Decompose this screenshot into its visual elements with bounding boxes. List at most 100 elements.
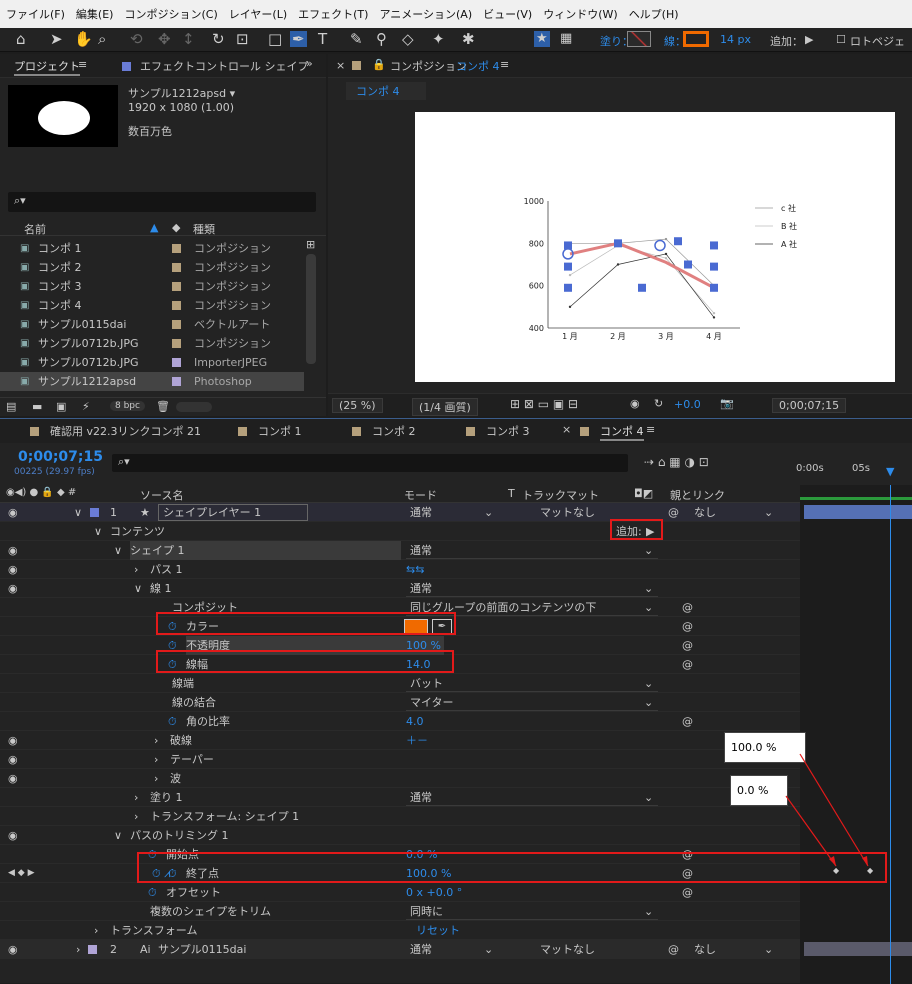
label-color[interactable]	[172, 244, 181, 253]
layer-name[interactable]: シェイプレイヤー 1	[158, 504, 309, 521]
fill-swatch[interactable]	[627, 31, 651, 47]
render-icon[interactable]: ⚡	[82, 400, 90, 413]
vertex-handle[interactable]	[674, 237, 682, 246]
switches-icons[interactable]: ◉◀) ● 🔒 ◆ #	[6, 487, 76, 498]
property-value[interactable]: 4.0	[406, 712, 424, 731]
puppet-tool-icon[interactable]: ✱	[462, 31, 475, 47]
layer-label-color[interactable]	[90, 508, 99, 517]
property-row[interactable]: ∨ コンテンツ 追加: ▶	[0, 522, 800, 541]
interpret-icon[interactable]: ▤	[6, 400, 16, 413]
viewer-toggle-icons[interactable]: ⊞ ⊠ ▭ ▣ ⊟	[510, 397, 578, 411]
zoom-tool-icon[interactable]: ⌕	[98, 31, 106, 47]
timeline-switch-icons[interactable]: ⇢ ⌂ ▦ ◑ ⊡	[644, 455, 709, 469]
viewer-timecode[interactable]: 0;00;07;15	[772, 398, 847, 413]
timeline-tab[interactable]: コンポ 1	[258, 423, 302, 439]
timeline-timecode[interactable]: 0;00;07;15	[18, 449, 103, 465]
visibility-eye-icon[interactable]: ◉	[8, 560, 18, 579]
expand-arrow-icon[interactable]: ∨	[74, 503, 82, 522]
expression-spiral-icon[interactable]: @	[682, 712, 693, 731]
panel-menu-icon[interactable]: ≡	[646, 423, 655, 436]
menu-edit[interactable]: 編集(E)	[76, 6, 114, 22]
parent-select[interactable]: なし	[694, 940, 716, 959]
tab-project[interactable]: プロジェクト	[14, 58, 80, 76]
quality-select[interactable]: (1/4 画質)	[412, 398, 478, 416]
keyframe-nav-icon[interactable]: ◀ ◆ ▶	[8, 864, 35, 883]
vertex-handle[interactable]	[638, 283, 646, 292]
expand-arrow-icon[interactable]: ∨	[114, 826, 122, 845]
expand-arrow-icon[interactable]: ∨	[94, 522, 102, 541]
chevron-down-icon[interactable]: ⌄	[764, 503, 773, 522]
layer-label-color[interactable]	[88, 945, 97, 954]
chevron-down-icon[interactable]: ⌄	[764, 940, 773, 959]
new-folder-icon[interactable]: ▬	[32, 400, 42, 413]
label-color[interactable]	[172, 377, 181, 386]
expression-spiral-icon[interactable]: @	[682, 617, 693, 636]
rotobezier-checkbox[interactable]: ☐	[836, 33, 846, 46]
stopwatch-icon[interactable]: ⏱	[148, 883, 157, 902]
visibility-eye-icon[interactable]: ◉	[8, 940, 18, 959]
expression-spiral-icon[interactable]: @	[682, 655, 693, 674]
star-icon[interactable]: ★	[534, 31, 550, 47]
layer2-bar[interactable]	[804, 942, 912, 956]
expand-arrow-icon[interactable]: ›	[134, 788, 138, 807]
label-color[interactable]	[172, 301, 181, 310]
visibility-eye-icon[interactable]: ◉	[8, 503, 18, 522]
expand-arrow-icon[interactable]: ›	[76, 940, 80, 959]
chevron-down-icon[interactable]: ⌄	[484, 503, 493, 522]
keyframe-diamond[interactable]: ◆	[833, 866, 839, 875]
property-row[interactable]: 複数のシェイプをトリム 同時に ⌄	[0, 902, 800, 921]
viewer-menu-icon[interactable]: ≡	[500, 58, 509, 71]
add-arrow-icon[interactable]: ▶	[805, 33, 813, 46]
camera-icon[interactable]: 📷	[720, 397, 734, 410]
keyframe-diamond[interactable]: ◆	[867, 866, 873, 875]
timeline-tab[interactable]: コンポ 4	[600, 423, 644, 441]
label-color[interactable]	[172, 282, 181, 291]
track-area[interactable]	[800, 485, 912, 984]
footer-slider[interactable]	[176, 402, 212, 412]
vertex-handle[interactable]	[564, 283, 572, 292]
checker-icon[interactable]: ▦	[560, 31, 572, 47]
visibility-eye-icon[interactable]: ◉	[8, 750, 18, 769]
timeline-search-input[interactable]: ⌕▾	[112, 454, 628, 472]
sort-asc-icon[interactable]: ▲	[150, 221, 158, 234]
menu-file[interactable]: ファイル(F)	[6, 6, 65, 22]
tab-effect-controls[interactable]: エフェクトコントロール シェイプ	[140, 58, 309, 74]
stopwatch-icon[interactable]: ⏱	[168, 712, 177, 731]
reset-link[interactable]: リセット	[416, 921, 460, 940]
visibility-eye-icon[interactable]: ◉	[8, 579, 18, 598]
expand-arrow-icon[interactable]: ∨	[114, 541, 122, 560]
pickwhip-icon[interactable]: @	[668, 503, 679, 522]
project-item[interactable]: ▣ サンプル1212apsd Photoshop	[0, 372, 304, 391]
property-buttons-icon[interactable]: ＋－	[406, 731, 428, 750]
timeline-tab[interactable]: コンポ 3	[486, 423, 530, 439]
roto-tool-icon[interactable]: ✦	[432, 31, 445, 47]
project-search-input[interactable]: ⌕▾	[8, 192, 316, 212]
col-source[interactable]: ソース名	[140, 487, 183, 503]
layer1-bar[interactable]	[804, 505, 912, 519]
property-row[interactable]: › 塗り 1 通常 ⌄	[0, 788, 800, 807]
selection-tool-icon[interactable]: ➤	[50, 31, 63, 47]
rectangle-tool-icon[interactable]: □	[268, 31, 282, 47]
lock-icon[interactable]: 🔒	[372, 58, 386, 71]
property-row[interactable]: ◉ ∨ パスのトリミング 1	[0, 826, 800, 845]
exposure-icon[interactable]: ↻	[654, 397, 663, 410]
col-parent[interactable]: 親とリンク	[670, 487, 725, 503]
layer-mode-select[interactable]: 通常	[410, 503, 432, 522]
expand-arrow-icon[interactable]: ›	[154, 731, 158, 750]
trash-icon[interactable]: 🗑	[156, 400, 170, 413]
expand-arrow-icon[interactable]: ›	[134, 560, 138, 579]
color-wheel-icon[interactable]: ◉	[630, 397, 640, 410]
comp-canvas[interactable]: 1000 800 600 400 1 月 2 月 3 月 4 月 c 社 B 社 A 社	[415, 112, 895, 382]
property-row[interactable]: 線の結合 マイター ⌄	[0, 693, 800, 712]
close-icon[interactable]: ×	[562, 423, 571, 436]
property-row[interactable]: › トランスフォーム: シェイプ 1	[0, 807, 800, 826]
property-buttons-icon[interactable]: ⇆⇆	[406, 560, 424, 579]
expand-arrow-icon[interactable]: ›	[134, 807, 138, 826]
comp-subtab[interactable]: コンポ 4	[346, 82, 426, 100]
col-track[interactable]: トラックマット	[522, 487, 599, 503]
pan-tool-icon[interactable]: ✥	[158, 31, 171, 47]
label-color[interactable]	[172, 358, 181, 367]
col-name[interactable]: 名前	[24, 221, 46, 237]
visibility-eye-icon[interactable]: ◉	[8, 731, 18, 750]
property-row[interactable]: ⏱ オフセット 0 x +0.0 ° @	[0, 883, 800, 902]
